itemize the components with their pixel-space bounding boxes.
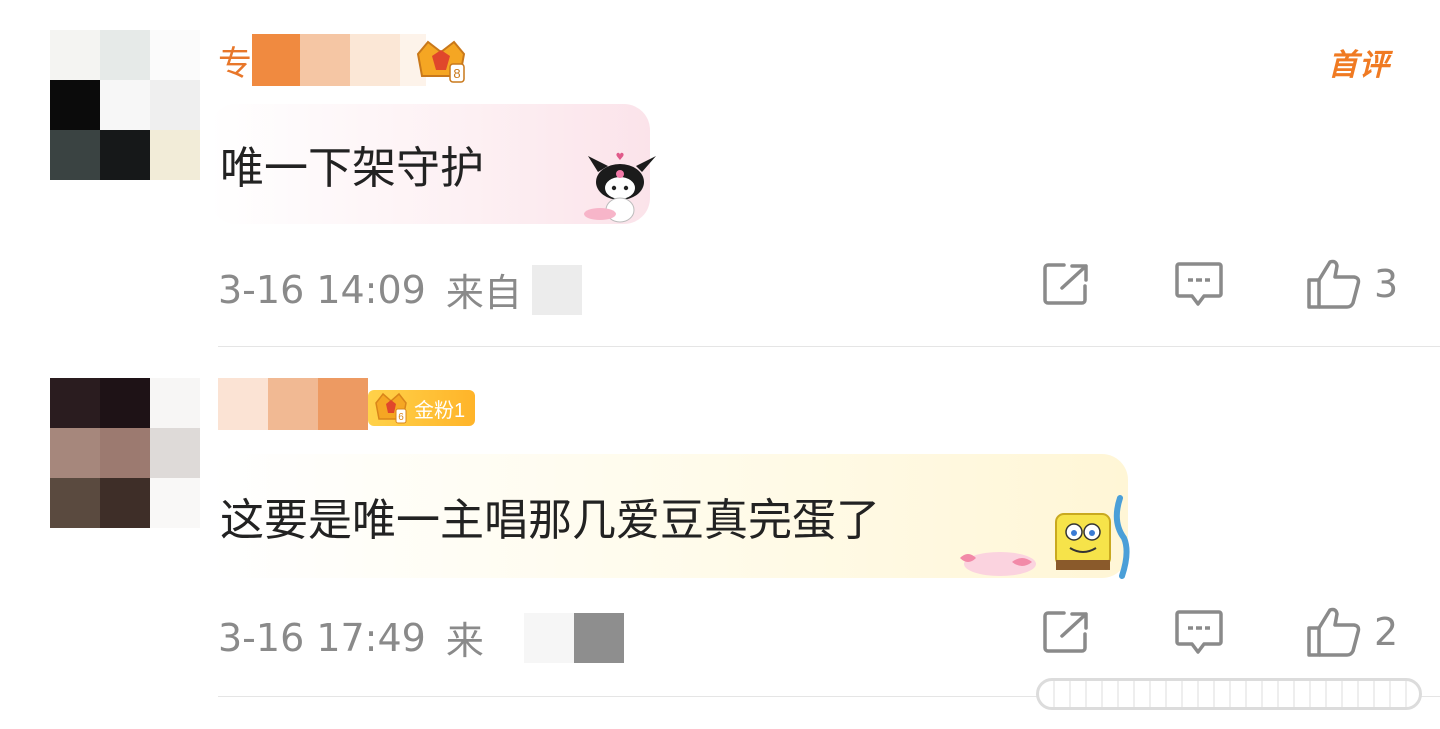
kuromi-sticker-icon: ♥ [584,152,656,223]
comment-actions: 3 [960,258,1400,310]
first-comment-tag: 首评 [1328,32,1404,84]
like-count: 3 [1374,262,1399,306]
source-mosaic [531,264,582,315]
svg-text:6: 6 [398,412,404,423]
share-button[interactable] [1042,610,1092,654]
comment-actions: 2 [960,606,1400,658]
share-button[interactable] [1042,262,1092,306]
comment-time: 3-16 14:09 [218,267,426,312]
source-mosaic [523,612,624,663]
comment-icon [1175,610,1223,654]
comment-icon [1175,262,1223,306]
reply-button[interactable] [1174,608,1224,656]
share-icon [1043,611,1088,653]
comment-time: 3-16 17:49 [218,615,426,660]
comment-source-prefix: 来自 [445,271,522,315]
comment-source-prefix: 来 [445,619,484,663]
like-button[interactable]: 3 [1306,258,1400,310]
comment-text: 这要是唯一主唱那几爱豆真完蛋了 [220,495,880,546]
avatar[interactable] [50,378,200,528]
reply-button[interactable] [1174,260,1224,308]
comment-text: 唯一下架守护 [220,143,484,194]
comment-item: 6 金粉1 这要是唯一主唱那几爱豆真完蛋了 3-16 17:49 来 2 [0,348,1440,698]
share-icon [1043,263,1088,305]
like-count: 2 [1374,610,1399,654]
username-text: 专 [218,43,252,84]
spongebob-sticker-icon [960,495,1130,579]
fan-crown-icon: 8 [416,40,466,83]
comment-item: 专 8 首评 唯一下架守护 ♥ 3-16 14:09 来自 3 [0,0,1440,348]
svg-text:♥: ♥ [616,152,625,163]
username-mosaic [218,378,368,430]
thumbs-up-icon [1307,607,1361,657]
fan-badge[interactable]: 8 [410,36,472,86]
avatar[interactable] [50,30,200,180]
scroll-indicator[interactable] [1036,678,1422,710]
username-mosaic [252,34,426,86]
username[interactable] [218,378,368,430]
fan-badge[interactable]: 6 金粉1 [368,390,476,426]
like-button[interactable]: 2 [1306,606,1400,658]
username[interactable]: 专 [218,34,426,86]
divider [218,346,1440,347]
svg-text:8: 8 [453,66,460,81]
badge-text: 金粉1 [414,399,466,422]
comment-meta: 3-16 14:09 来自 [218,262,582,317]
fan-crown-icon: 6 [375,392,407,424]
comment-meta: 3-16 17:49 来 [218,610,624,665]
thumbs-up-icon [1307,259,1361,309]
